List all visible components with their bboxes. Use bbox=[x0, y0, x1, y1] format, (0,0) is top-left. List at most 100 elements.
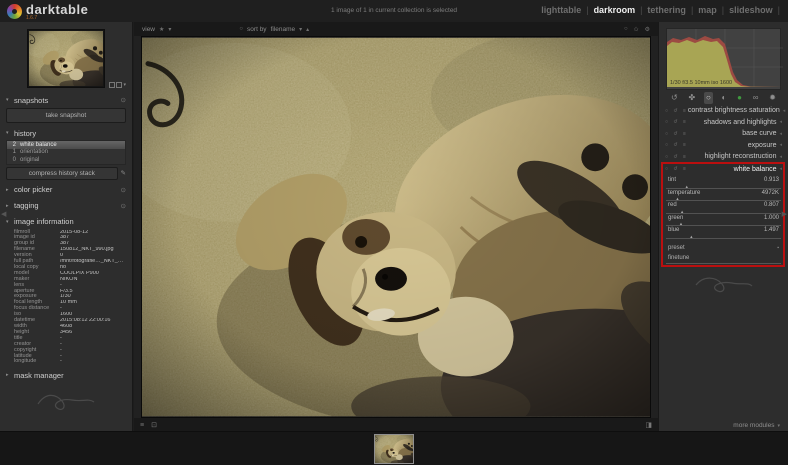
mode-separator: | bbox=[778, 5, 780, 15]
canvas-bottom-bar: ≡ ⊡ ◨ bbox=[134, 418, 658, 432]
sort-by-value[interactable]: filename bbox=[271, 26, 296, 33]
module-group-icon[interactable]: ● bbox=[735, 92, 744, 104]
history-item-number: 0 bbox=[10, 157, 16, 163]
overexposure-icon[interactable]: ◨ bbox=[645, 421, 652, 429]
center-area: view ★ ▾ ○ sort by filename ▾ ▴ ○ ✩ ⚙ ≡ … bbox=[134, 22, 658, 432]
list-icon[interactable]: ≡ bbox=[140, 422, 144, 429]
wb-finetune-combobox[interactable]: finetune bbox=[666, 253, 781, 264]
module-power-reset-presets-icons[interactable]: ○ ↺ ≡ bbox=[665, 166, 688, 172]
module-power-reset-presets-icons[interactable]: ○ ↺ ≡ bbox=[665, 108, 688, 114]
nav-zoom-dropdown[interactable]: ▾ bbox=[109, 82, 126, 88]
module-group-icon[interactable]: ◐ bbox=[720, 92, 729, 104]
darkroom-toolbar: view ★ ▾ ○ sort by filename ▾ ▴ ○ ✩ ⚙ bbox=[134, 22, 658, 36]
wb-slider[interactable]: temperature 4972K ▲ bbox=[666, 189, 781, 202]
zoom-fit-icon[interactable]: ⊡ bbox=[151, 421, 157, 429]
module-name[interactable]: base curve bbox=[742, 130, 776, 137]
tagging-header[interactable]: ▸ tagging ⊙ bbox=[6, 200, 126, 212]
picker-icon[interactable]: ⊙ bbox=[121, 186, 126, 194]
navigation-thumbnail[interactable] bbox=[27, 29, 105, 88]
module-header[interactable]: ○ ↺ ≡ shadows and highlights ◂ bbox=[663, 117, 784, 129]
photo-dog-on-carpet[interactable] bbox=[141, 36, 651, 418]
module-header[interactable]: ○ ↺ ≡ base curve ◂ bbox=[663, 128, 784, 140]
filter-circle-icon[interactable]: ○ bbox=[239, 26, 243, 32]
white-balance-title[interactable]: white balance bbox=[734, 166, 777, 173]
wb-finetune-label: finetune bbox=[668, 255, 689, 261]
module-name[interactable]: highlight reconstruction bbox=[704, 153, 776, 160]
slider-handle-icon[interactable]: ▲ bbox=[689, 234, 693, 239]
mode-link[interactable]: map bbox=[698, 5, 717, 15]
history-item-label: orientation bbox=[20, 149, 48, 155]
zoom-large-icon bbox=[116, 82, 122, 88]
module-header[interactable]: ○ ↺ ≡ white balance ◂ bbox=[663, 164, 784, 176]
module-group-icon[interactable]: ∞ bbox=[751, 92, 761, 104]
module-group-icon[interactable]: ✹ bbox=[767, 92, 778, 104]
module-power-reset-presets-icons[interactable]: ○ ↺ ≡ bbox=[665, 142, 688, 148]
history-header[interactable]: ▾ history bbox=[6, 127, 126, 139]
module-group-icon[interactable]: ↺ bbox=[669, 92, 680, 104]
more-modules-link[interactable]: more modules ▾ bbox=[733, 422, 780, 429]
chevron-right-icon: ▸ bbox=[6, 372, 11, 378]
filmstrip-thumbnail[interactable] bbox=[374, 434, 414, 464]
mode-link[interactable]: darkroom bbox=[594, 5, 636, 15]
navigation-panel: ▾ bbox=[6, 22, 126, 90]
take-snapshot-button[interactable]: take snapshot bbox=[6, 108, 126, 123]
mode-link[interactable]: tethering bbox=[647, 5, 686, 15]
module-header[interactable]: ○ ↺ ≡ contrast brightness saturation ◂ bbox=[663, 105, 784, 117]
chevron-right-icon: ▸ bbox=[6, 187, 11, 193]
module-power-reset-presets-icons[interactable]: ○ ↺ ≡ bbox=[665, 131, 688, 137]
wb-slider[interactable]: green 1.000 ▲ bbox=[666, 214, 781, 227]
collapse-right-panel-arrow[interactable]: ▶ bbox=[782, 210, 787, 218]
module-name[interactable]: exposure bbox=[748, 142, 777, 149]
snapshots-header[interactable]: ▾ snapshots ⊙ bbox=[6, 94, 126, 106]
module-group-icon[interactable]: ○ bbox=[704, 92, 713, 104]
module-name[interactable]: contrast brightness saturation bbox=[688, 107, 780, 114]
module-header[interactable]: ○ ↺ ≡ exposure ◂ bbox=[663, 140, 784, 152]
histogram[interactable]: 1/30 f/3.5 10mm iso 1600 bbox=[666, 28, 781, 90]
chevron-down-icon[interactable]: ▾ bbox=[299, 26, 302, 33]
module-power-reset-presets-icons[interactable]: ○ ↺ ≡ bbox=[665, 154, 688, 160]
snapshots-title: snapshots bbox=[14, 96, 48, 105]
history-item[interactable]: 2 white balance bbox=[7, 141, 125, 149]
module-name[interactable]: shadows and highlights bbox=[704, 119, 777, 126]
module-group-icon[interactable]: ✤ bbox=[686, 92, 697, 104]
chevron-down-icon: ▾ bbox=[777, 423, 780, 429]
combo-marker-icon: ▪ bbox=[777, 245, 779, 251]
history-item[interactable]: 1 orientation bbox=[7, 149, 125, 157]
info-row: longitude - bbox=[14, 359, 126, 365]
overlay-circle-icon[interactable]: ○ bbox=[624, 26, 628, 33]
right-panel: 1/30 f/3.5 10mm iso 1600 ↺ ✤ ○ ◐ ● ∞ ✹ bbox=[658, 22, 788, 432]
mask-manager-header[interactable]: ▸ mask manager bbox=[6, 369, 126, 381]
wb-preset-combobox[interactable]: preset ▪ bbox=[666, 243, 781, 253]
mode-separator: | bbox=[586, 5, 588, 15]
module-power-reset-presets-icons[interactable]: ○ ↺ ≡ bbox=[665, 119, 688, 125]
history-list: 2 white balance 1 orientation 0 original bbox=[6, 140, 126, 165]
zoom-small-icon bbox=[109, 82, 115, 88]
white-balance-module: ○ ↺ ≡ white balance ◂ tint 0.913 ▲ tempe… bbox=[663, 164, 784, 264]
star-icon[interactable]: ✩ bbox=[634, 26, 639, 33]
sort-order-icon[interactable]: ▴ bbox=[306, 26, 309, 33]
image-canvas[interactable] bbox=[134, 36, 658, 418]
wb-slider[interactable]: blue 1.497 ▲ bbox=[666, 226, 781, 239]
left-panel: ▾ ▾ snapshots ⊙ take snapshot ▾ history … bbox=[0, 22, 133, 432]
picker-icon[interactable]: ⊙ bbox=[121, 96, 126, 104]
collapse-left-panel-arrow[interactable]: ◀ bbox=[1, 210, 6, 218]
rating-filter-star-icon[interactable]: ★ bbox=[159, 26, 164, 33]
chevron-down-icon[interactable]: ▾ bbox=[168, 26, 171, 33]
mode-separator: | bbox=[640, 5, 642, 15]
module-list: ○ ↺ ≡ contrast brightness saturation ◂ ○… bbox=[663, 105, 784, 163]
wb-slider[interactable]: red 0.807 ▲ bbox=[666, 201, 781, 214]
history-item[interactable]: 0 original bbox=[7, 156, 125, 164]
picker-icon[interactable]: ⊙ bbox=[121, 202, 126, 210]
mode-link[interactable]: lighttable bbox=[541, 5, 581, 15]
image-information-title: image information bbox=[14, 217, 74, 226]
compress-history-button[interactable]: compress history stack bbox=[6, 167, 118, 180]
gear-icon[interactable]: ⚙ bbox=[645, 26, 650, 33]
mode-link[interactable]: slideshow bbox=[729, 5, 773, 15]
sort-by-label: sort by bbox=[247, 26, 267, 33]
create-style-icon[interactable]: ✎ bbox=[121, 169, 126, 177]
wb-slider-value: 4972K bbox=[762, 190, 779, 201]
color-picker-header[interactable]: ▸ color picker ⊙ bbox=[6, 184, 126, 196]
image-information-header[interactable]: ▾ image information bbox=[6, 216, 126, 228]
wb-slider[interactable]: tint 0.913 ▲ bbox=[666, 176, 781, 189]
module-header[interactable]: ○ ↺ ≡ highlight reconstruction ◂ bbox=[663, 151, 784, 163]
